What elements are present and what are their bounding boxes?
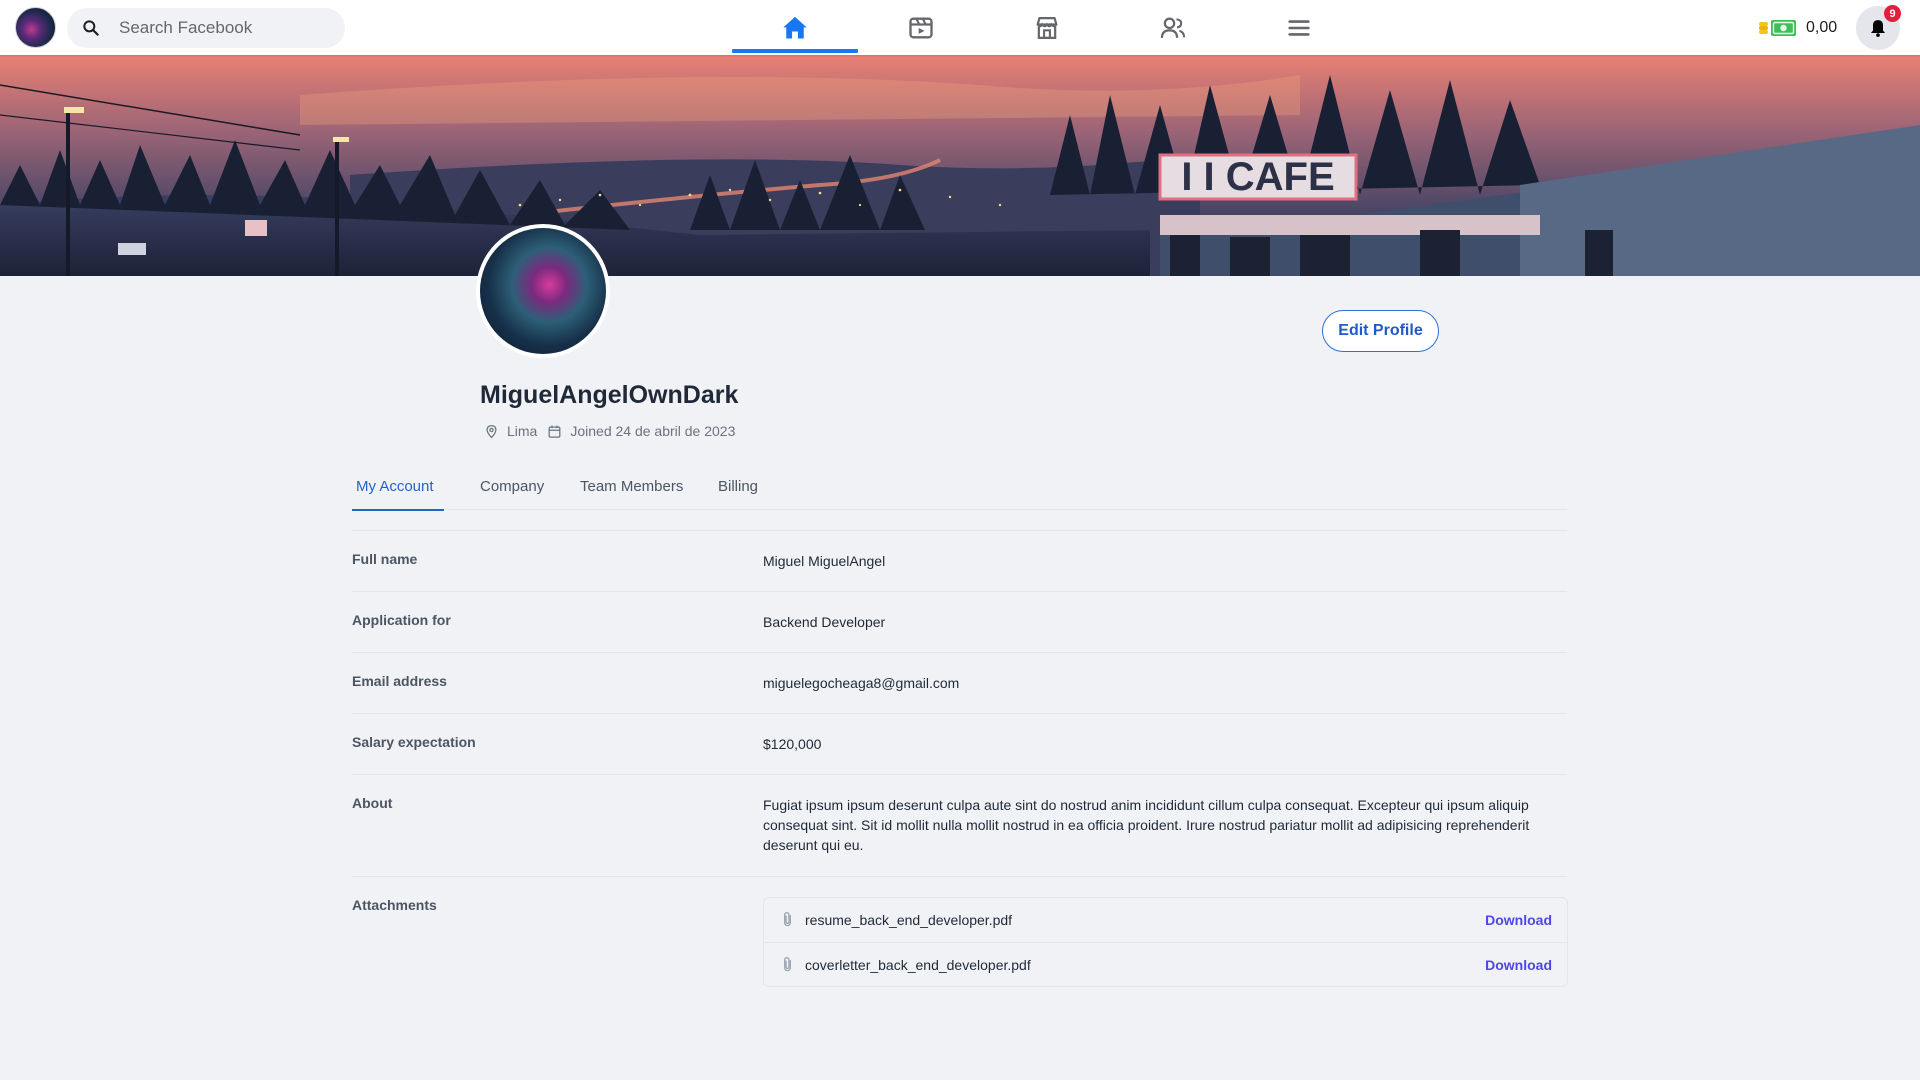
edit-profile-button[interactable]: Edit Profile — [1322, 310, 1439, 352]
attachments-list: resume_back_end_developer.pdf Download c… — [763, 897, 1568, 987]
location-pin-icon — [486, 424, 497, 438]
notification-badge: 9 — [1884, 5, 1901, 22]
detail-value: Miguel MiguelAngel — [763, 553, 886, 569]
calendar-icon — [548, 425, 561, 438]
tab-billing[interactable]: Billing — [718, 462, 758, 510]
tab-team-members[interactable]: Team Members — [580, 462, 683, 510]
marketplace-icon — [1036, 16, 1058, 39]
menu-icon — [1288, 19, 1310, 36]
profile-joined-date: Joined 24 de abril de 2023 — [570, 423, 736, 439]
detail-row-attachments: Attachments resume_back_end_developer.pd… — [352, 877, 1568, 997]
profile-location: Lima — [507, 423, 538, 439]
nav-tab-menu[interactable] — [1236, 0, 1362, 55]
coins-cash-icon — [1759, 20, 1796, 36]
download-link[interactable]: Download — [1485, 912, 1552, 928]
detail-value: Fugiat ipsum ipsum deserunt culpa aute s… — [763, 797, 1530, 853]
avatar-image — [480, 228, 606, 354]
detail-label: Full name — [352, 551, 418, 567]
app-logo[interactable] — [15, 7, 56, 48]
detail-value: $120,000 — [763, 736, 822, 752]
detail-label: Application for — [352, 612, 451, 628]
friends-icon — [1160, 17, 1186, 38]
top-navigation-bar: 0,00 9 — [0, 0, 1920, 55]
search-box — [67, 8, 345, 48]
download-link[interactable]: Download — [1485, 957, 1552, 973]
paperclip-icon — [784, 912, 791, 927]
tab-company[interactable]: Company — [480, 462, 544, 510]
search-input[interactable] — [119, 8, 334, 48]
nav-tab-marketplace[interactable] — [984, 0, 1110, 55]
nav-tab-home[interactable] — [732, 0, 858, 55]
nav-tab-friends[interactable] — [1110, 0, 1236, 55]
detail-label: About — [352, 795, 393, 811]
nav-tab-video[interactable] — [858, 0, 984, 55]
attachment-filename: coverletter_back_end_developer.pdf — [805, 956, 1031, 973]
detail-row-application: Application for Backend Developer — [352, 592, 1567, 653]
detail-value: Backend Developer — [763, 614, 886, 630]
detail-value: miguelegocheaga8@gmail.com — [763, 675, 960, 691]
profile-name: MiguelAngelOwnDark — [480, 381, 739, 409]
detail-row-salary: Salary expectation $120,000 — [352, 714, 1567, 775]
detail-label: Attachments — [352, 897, 437, 913]
detail-label: Salary expectation — [352, 734, 476, 750]
paperclip-icon — [784, 957, 791, 972]
attachment-item: resume_back_end_developer.pdf Download — [764, 898, 1567, 942]
search-icon — [83, 20, 99, 36]
detail-row-about: About Fugiat ipsum ipsum deserunt culpa … — [352, 775, 1567, 877]
profile-tabs: My Account Company Team Members Billing — [352, 462, 1567, 511]
profile-avatar[interactable] — [476, 224, 610, 358]
detail-label: Email address — [352, 673, 447, 689]
notifications-button[interactable]: 9 — [1856, 5, 1901, 50]
detail-row-email: Email address miguelegocheaga8@gmail.com — [352, 653, 1567, 714]
attachment-item: coverletter_back_end_developer.pdf Downl… — [764, 942, 1567, 986]
profile-meta: Lima Joined 24 de abril de 2023 — [484, 421, 735, 441]
detail-row-full-name: Full name Miguel MiguelAngel — [352, 531, 1567, 592]
bell-icon — [1870, 20, 1886, 37]
cafe-sign-text: I I CAFE — [1181, 155, 1334, 199]
wallet-amount: 0,00 — [1806, 19, 1838, 36]
attachment-filename: resume_back_end_developer.pdf — [805, 912, 1013, 928]
cover-photo: I I CAFE — [0, 55, 1920, 276]
tab-my-account[interactable]: My Account — [352, 462, 444, 511]
video-icon — [909, 17, 933, 38]
home-icon — [783, 16, 807, 38]
wallet-balance[interactable]: 0,00 — [1758, 14, 1837, 42]
account-details: Full name Miguel MiguelAngel Application… — [352, 530, 1568, 997]
